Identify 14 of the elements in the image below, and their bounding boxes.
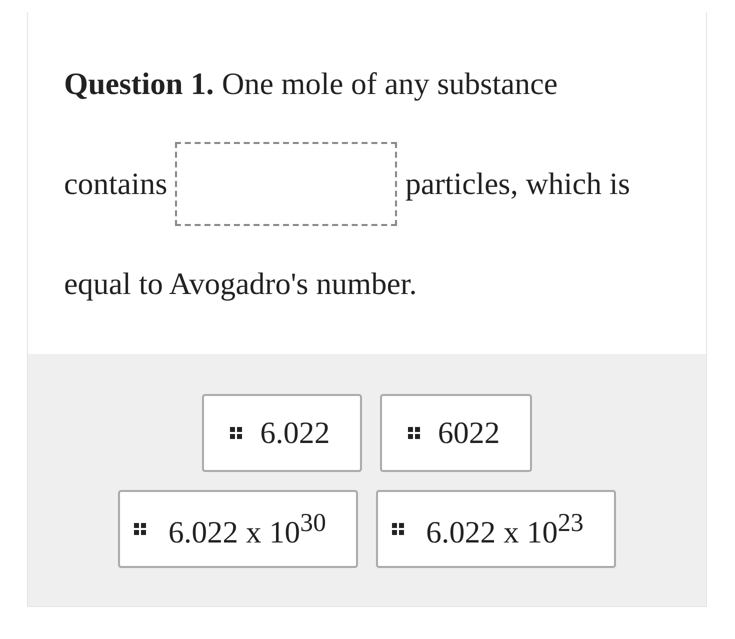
question-text: One mole of any substance (222, 66, 558, 102)
drag-handle-icon (134, 523, 146, 535)
answer-tile[interactable]: 6022 (380, 394, 532, 472)
drag-handle-icon (408, 427, 420, 439)
question-number: Question 1. (64, 66, 214, 102)
answer-tile[interactable]: 6.022 x 10$^{30}$ (118, 490, 358, 568)
answer-tile[interactable]: 6.022 (202, 394, 362, 472)
drop-zone[interactable] (175, 142, 398, 226)
question-text: contains (64, 166, 168, 202)
answer-tile[interactable]: 6.022 x 10$^{23}$ (376, 490, 616, 568)
question-text: particles, which is (405, 166, 630, 202)
drag-handle-icon (392, 523, 404, 535)
drag-handle-icon (230, 427, 242, 439)
question-text: equal to Avogadro's number. (64, 266, 417, 302)
